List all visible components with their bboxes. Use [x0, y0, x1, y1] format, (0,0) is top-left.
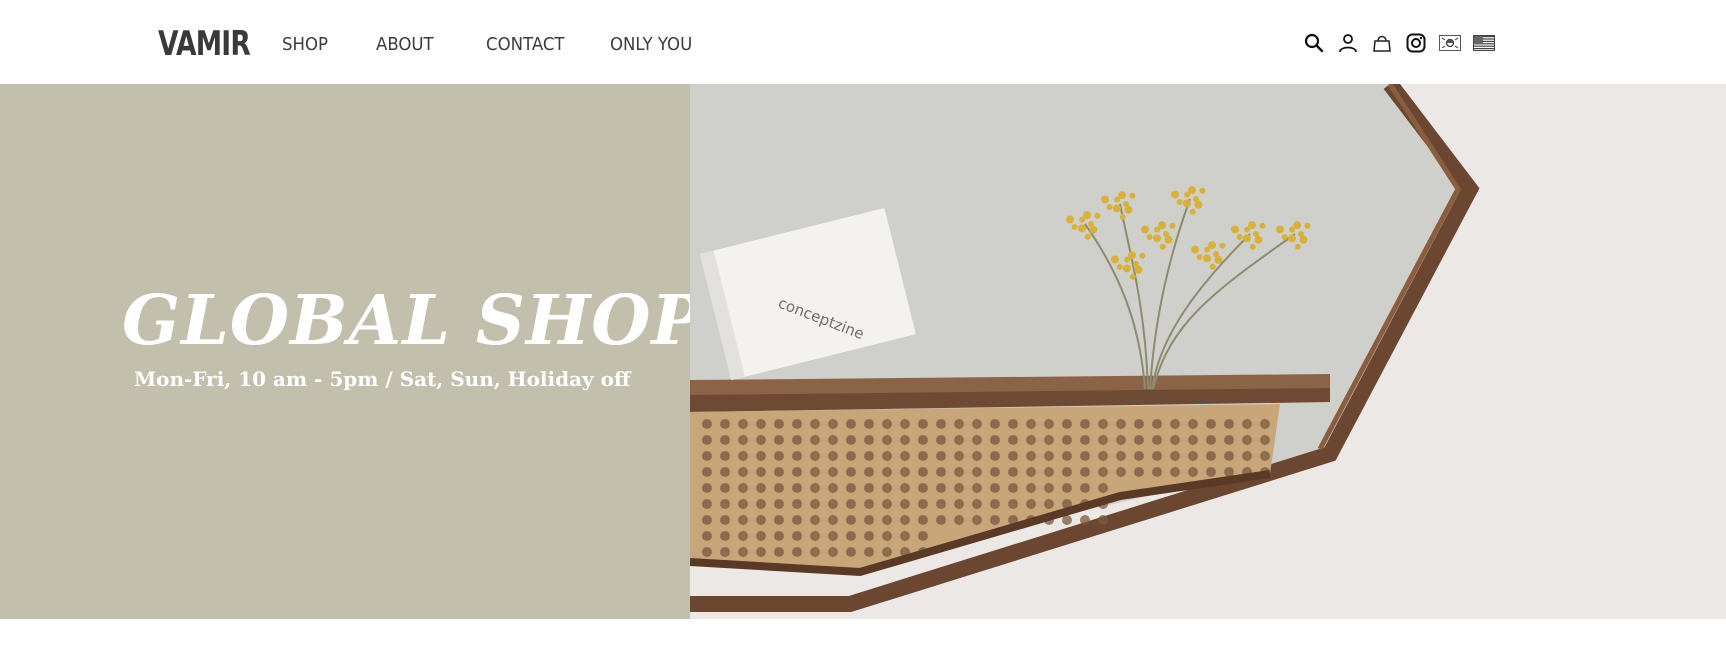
header-icons	[1302, 31, 1506, 55]
user-icon[interactable]	[1336, 31, 1360, 55]
us-flag-icon[interactable]	[1472, 31, 1496, 55]
hero-image: conceptzine	[690, 84, 1726, 619]
site-header: VAMIR SHOP ABOUT CONTACT ONLY YOU	[0, 0, 1726, 84]
brand-logo[interactable]: VAMIR	[158, 24, 251, 64]
main-nav: SHOP ABOUT CONTACT ONLY YOU	[282, 34, 748, 55]
korean-flag-icon[interactable]	[1438, 31, 1462, 55]
search-icon[interactable]	[1302, 31, 1326, 55]
hero-title: GLOBAL SHOP	[122, 281, 704, 361]
instagram-icon[interactable]	[1404, 31, 1428, 55]
hero-banner: GLOBAL SHOP Mon-Fri, 10 am - 5pm / Sat, …	[0, 84, 1726, 619]
hero-text-panel: GLOBAL SHOP Mon-Fri, 10 am - 5pm / Sat, …	[0, 84, 703, 619]
nav-item-contact[interactable]: CONTACT	[486, 34, 565, 55]
hero-subtitle: Mon-Fri, 10 am - 5pm / Sat, Sun, Holiday…	[134, 367, 631, 391]
nav-item-about[interactable]: ABOUT	[376, 34, 442, 55]
bag-icon[interactable]	[1370, 31, 1394, 55]
nav-item-shop[interactable]: SHOP	[282, 34, 334, 55]
nav-item-only-you[interactable]: ONLY YOU	[610, 34, 702, 55]
mirror-shelf-illustration: conceptzine	[690, 84, 1726, 619]
page: VAMIR SHOP ABOUT CONTACT ONLY YOU GLOBAL…	[0, 0, 1726, 667]
